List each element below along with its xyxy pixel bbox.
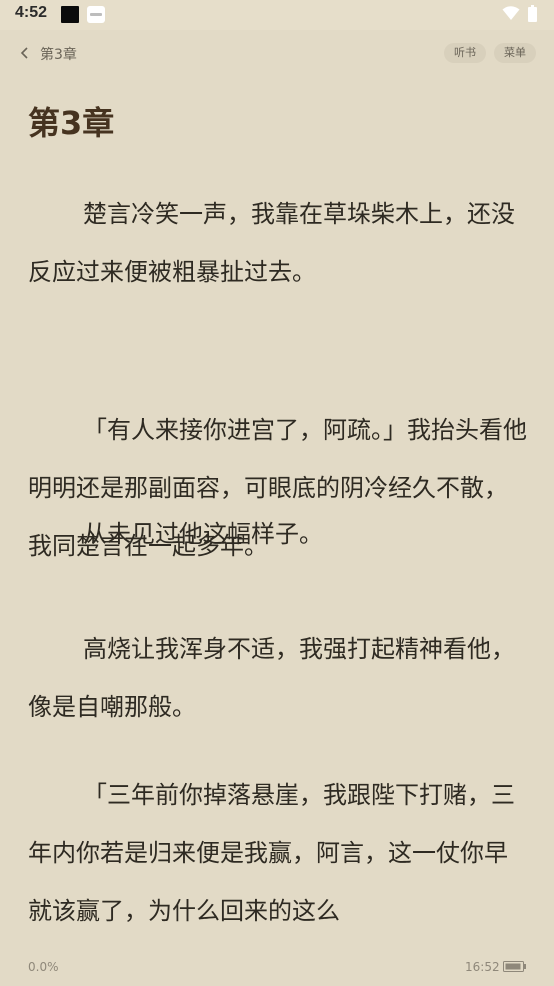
battery-icon: [528, 5, 537, 22]
battery-level-icon: [503, 961, 526, 972]
notification-icon: [61, 6, 79, 23]
back-arrow-icon[interactable]: [20, 46, 30, 60]
status-time: 4:52: [15, 4, 48, 21]
chapter-heading: 第3章: [28, 104, 115, 142]
app-notification-icon: [87, 6, 105, 23]
chapter-content: 第3章 楚言冷笑一声，我靠在草垛柴木上，还没反应过来便被粗暴扯过去。 「有人来接…: [28, 95, 528, 925]
footer-time: 16:52: [465, 960, 500, 974]
listen-button[interactable]: 听书: [444, 43, 486, 63]
menu-button[interactable]: 菜单: [494, 43, 536, 63]
wifi-icon: [502, 6, 520, 20]
reading-progress: 0.0%: [28, 960, 59, 974]
paragraph: 「三年前你掉落悬崖，我跟陛下打赌，三年内你若是归来便是我赢，阿言，这一仗你早就该…: [28, 781, 515, 925]
status-bar: 4:52: [0, 0, 554, 30]
paragraph: 从未见过他这幅样子。: [83, 520, 323, 548]
paragraph: 楚言冷笑一声，我靠在草垛柴木上，还没反应过来便被粗暴扯过去。: [28, 200, 515, 286]
paragraph: 高烧让我浑身不适，我强打起精神看他，像是自嘲那般。: [28, 635, 515, 721]
chapter-nav-title[interactable]: 第3章: [40, 44, 77, 64]
